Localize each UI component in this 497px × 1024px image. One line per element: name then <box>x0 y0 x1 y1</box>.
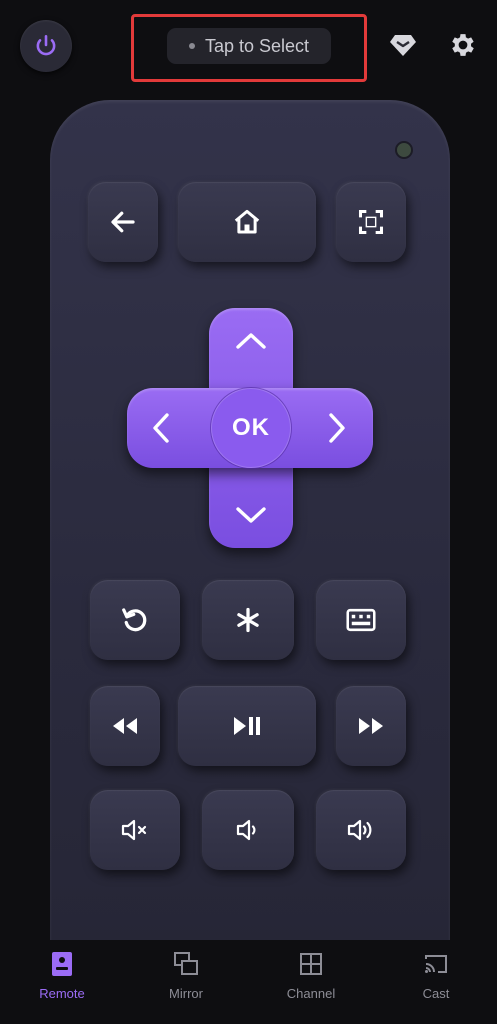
nav-label-channel: Channel <box>286 986 336 1001</box>
dpad-down-button[interactable] <box>221 492 281 538</box>
volume-down-icon <box>236 819 256 841</box>
play-pause-icon <box>234 717 260 735</box>
settings-button[interactable] <box>448 30 478 60</box>
back-button[interactable] <box>88 182 158 262</box>
home-icon <box>234 209 260 234</box>
keyboard-icon <box>346 608 376 632</box>
dpad-left-button[interactable] <box>136 398 186 458</box>
mute-button[interactable] <box>90 790 180 870</box>
rewind-button[interactable] <box>90 686 160 766</box>
home-button[interactable] <box>178 182 316 262</box>
keyboard-button[interactable] <box>316 580 406 660</box>
ok-button[interactable]: OK <box>211 388 291 468</box>
status-dot <box>188 43 195 49</box>
fast-forward-icon <box>359 718 383 734</box>
nav-tab-mirror[interactable]: Mirror <box>141 948 231 1001</box>
replay-button[interactable] <box>90 580 180 660</box>
rewind-icon <box>113 718 137 734</box>
options-button[interactable] <box>202 580 294 660</box>
volume-down-button[interactable] <box>202 790 294 870</box>
power-icon <box>36 34 56 56</box>
volume-up-button[interactable] <box>316 790 406 870</box>
volume-up-icon <box>347 819 372 841</box>
chevron-up-icon <box>236 333 266 349</box>
replay-icon <box>122 608 147 632</box>
fullscreen-icon <box>358 209 384 235</box>
remote-icon <box>52 952 72 976</box>
nav-label-mirror: Mirror <box>169 986 203 1001</box>
fast-forward-button[interactable] <box>336 686 406 766</box>
nav-tab-cast[interactable]: Cast <box>391 948 481 1001</box>
play-pause-button[interactable] <box>178 686 316 766</box>
gear-icon <box>452 34 474 56</box>
premium-button[interactable] <box>388 32 418 58</box>
nav-tab-remote[interactable]: Remote <box>17 948 107 1001</box>
indicator-led <box>395 141 413 159</box>
chevron-right-icon <box>329 413 345 443</box>
asterisk-icon <box>237 607 259 633</box>
dpad-right-button[interactable] <box>312 398 362 458</box>
nav-label-cast: Cast <box>422 986 450 1001</box>
device-select-label: Tap to Select <box>204 35 310 56</box>
channel-grid-icon <box>300 953 322 975</box>
power-button[interactable] <box>20 20 72 72</box>
chevron-left-icon <box>153 413 169 443</box>
nav-label-remote: Remote <box>39 986 85 1001</box>
chevron-down-icon <box>236 507 266 523</box>
device-select-button[interactable]: Tap to Select <box>167 28 331 64</box>
dpad-up-button[interactable] <box>221 318 281 364</box>
mirror-icon <box>174 952 198 975</box>
fullscreen-button[interactable] <box>336 182 406 262</box>
back-arrow-icon <box>111 211 135 233</box>
diamond-icon <box>390 35 416 56</box>
nav-tab-channel[interactable]: Channel <box>266 948 356 1001</box>
mute-icon <box>121 819 147 841</box>
cast-icon <box>425 955 447 973</box>
